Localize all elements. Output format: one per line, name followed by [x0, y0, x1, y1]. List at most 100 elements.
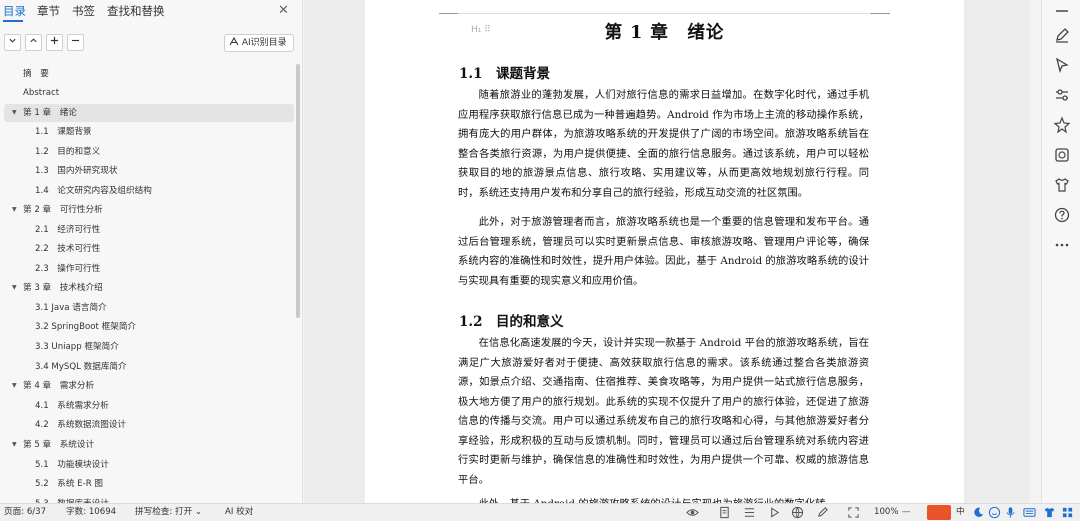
- toc-item[interactable]: 2.1 经济可行性: [4, 221, 294, 239]
- spellcheck-toggle[interactable]: 拼写检查: 打开 ⌄: [135, 504, 202, 521]
- toc-item[interactable]: 1.4 论文研究内容及组织结构: [4, 182, 294, 200]
- paragraph: 此外，基于 Android 的旅游攻略系统的设计与实现也为旅游行业的数字化转: [458, 495, 869, 503]
- toc-item[interactable]: 5.2 系统 E-R 图: [4, 475, 294, 493]
- toc-item[interactable]: Abstract: [4, 84, 294, 102]
- help-icon[interactable]: [1053, 206, 1071, 224]
- section-title: 1.2 目的和意义: [459, 314, 564, 330]
- toc-scrollbar[interactable]: [296, 64, 300, 318]
- word-count[interactable]: 字数: 10694: [66, 504, 116, 521]
- toc-item[interactable]: 3.4 MySQL 数据库简介: [4, 358, 294, 376]
- toc-item[interactable]: 3.2 SpringBoot 框架简介: [4, 318, 294, 336]
- toc-item[interactable]: 1.1 课题背景: [4, 123, 294, 141]
- toc-item[interactable]: 摘 要: [4, 65, 294, 83]
- adjust-sliders-icon[interactable]: [1053, 86, 1071, 104]
- minus-icon[interactable]: [1053, 2, 1071, 20]
- toc-item-label: 3.1 Java 语言简介: [35, 303, 107, 313]
- right-tool-rail: [1041, 0, 1080, 503]
- play-icon[interactable]: [768, 506, 781, 519]
- ai-toc-label: AI识别目录: [241, 38, 287, 48]
- toc-item-chapter-4[interactable]: ▼ 第 4 章 需求分析: [4, 377, 294, 395]
- chevron-up-icon: [30, 38, 37, 43]
- tab-bookmarks[interactable]: 书签: [72, 3, 95, 19]
- toc-item-label: 第 4 章 需求分析: [23, 381, 95, 391]
- toc-item-label: 4.2 系统数据流图设计: [35, 420, 127, 430]
- toc-item[interactable]: 2.3 操作可行性: [4, 260, 294, 278]
- magic-star-icon[interactable]: [1053, 116, 1071, 134]
- expand-triangle-icon[interactable]: ▼: [12, 279, 17, 297]
- collapse-all-button[interactable]: [4, 34, 21, 51]
- document-canvas: H₁ ⠿ 第 1 章 绪论 1.1 课题背景 随着旅游业的蓬勃发展，人们对旅行信…: [304, 0, 1030, 503]
- toc-item-chapter-5[interactable]: ▼ 第 5 章 系统设计: [4, 436, 294, 454]
- zoom-level[interactable]: 100%: [874, 504, 899, 521]
- shirt-theme-icon[interactable]: [1053, 176, 1071, 194]
- navigation-pane: 目录 章节 书签 查找和替换 ✕ AI识别目录 摘 要 Abstract ▼ 第 …: [0, 0, 303, 504]
- toc-item-label: 第 3 章 技术栈介绍: [23, 283, 103, 293]
- tab-toc[interactable]: 目录: [3, 3, 26, 19]
- tab-chapters[interactable]: 章节: [37, 3, 60, 19]
- paragraph: 此外，对于旅游管理者而言，旅游攻略系统也是一个重要的信息管理和发布平台。通过后台…: [458, 216, 869, 287]
- toc-item-label: 5.1 功能模块设计: [35, 460, 109, 470]
- cursor-select-icon[interactable]: [1053, 56, 1071, 74]
- toc-item[interactable]: 1.2 目的和意义: [4, 143, 294, 161]
- more-icon[interactable]: [1053, 236, 1071, 254]
- toc-item[interactable]: 5.1 功能模块设计: [4, 456, 294, 474]
- microphone-icon[interactable]: [1004, 506, 1017, 519]
- grid-menu-icon[interactable]: [1061, 506, 1074, 519]
- ai-proofread-button[interactable]: AI 校对: [225, 504, 253, 521]
- close-icon[interactable]: ✕: [278, 3, 289, 18]
- expand-up-button[interactable]: [25, 34, 42, 51]
- expand-triangle-icon[interactable]: ▼: [12, 377, 17, 395]
- toc-item-label: 4.1 系统需求分析: [35, 401, 109, 411]
- page-counter[interactable]: 页面: 6/37: [4, 504, 46, 521]
- edit-mode-icon[interactable]: [816, 506, 829, 519]
- smile-icon[interactable]: [988, 506, 1001, 519]
- toc-item[interactable]: 3.3 Uniapp 框架简介: [4, 338, 294, 356]
- status-bar: 页面: 6/37 字数: 10694 拼写检查: 打开 ⌄ AI 校对 100%…: [0, 503, 1080, 521]
- margin-mark: [439, 0, 459, 14]
- tab-find-replace[interactable]: 查找和替换: [107, 3, 165, 19]
- section-title: 1.1 课题背景: [459, 66, 550, 82]
- paragraph: 随着旅游业的蓬勃发展，人们对旅行信息的需求日益增加。在数字化时代，通过手机应用程…: [458, 89, 869, 199]
- toc-item[interactable]: 3.1 Java 语言简介: [4, 299, 294, 317]
- zoom-out-icon[interactable]: —: [902, 504, 911, 521]
- toc-item-label: 1.4 论文研究内容及组织结构: [35, 186, 152, 196]
- toc-item-label: 3.3 Uniapp 框架简介: [35, 342, 119, 352]
- toc-item-label: Abstract: [23, 88, 60, 98]
- expand-triangle-icon[interactable]: ▼: [12, 436, 17, 454]
- toc-item[interactable]: 4.1 系统需求分析: [4, 397, 294, 415]
- ai-recognize-toc-button[interactable]: AI识别目录: [224, 34, 294, 52]
- toc-item[interactable]: 4.2 系统数据流图设计: [4, 416, 294, 434]
- minus-icon: [71, 39, 80, 42]
- keyboard-icon[interactable]: [1023, 506, 1036, 519]
- toc-item-chapter-3[interactable]: ▼ 第 3 章 技术栈介绍: [4, 279, 294, 297]
- moon-punctuation-icon[interactable]: [972, 506, 985, 519]
- outline-view-icon[interactable]: [743, 506, 756, 519]
- toc-item-label: 3.4 MySQL 数据库简介: [35, 362, 127, 372]
- toc-toolbar: AI识别目录: [0, 34, 303, 54]
- toc-item[interactable]: 2.2 技术可行性: [4, 240, 294, 258]
- toc-item-chapter-2[interactable]: ▼ 第 2 章 可行性分析: [4, 201, 294, 219]
- ime-language[interactable]: 中: [956, 504, 965, 521]
- chapter-title: 第 1 章 绪论: [604, 23, 725, 43]
- toc-item[interactable]: 1.3 国内外研究现状: [4, 162, 294, 180]
- eye-protection-icon[interactable]: [686, 506, 699, 519]
- add-heading-button[interactable]: [46, 34, 63, 51]
- expand-triangle-icon[interactable]: ▼: [12, 104, 17, 122]
- web-view-icon[interactable]: [791, 506, 804, 519]
- document-page[interactable]: H₁ ⠿ 第 1 章 绪论 1.1 课题背景 随着旅游业的蓬勃发展，人们对旅行信…: [365, 0, 964, 503]
- paragraph: 在信息化高速发展的今天，设计并实现一款基于 Android 平台的旅游攻略系统，…: [458, 337, 869, 486]
- remove-heading-button[interactable]: [67, 34, 84, 51]
- expand-triangle-icon[interactable]: ▼: [12, 201, 17, 219]
- image-translate-icon[interactable]: [1053, 146, 1071, 164]
- toc-item-label: 2.2 技术可行性: [35, 244, 101, 254]
- toc-item-chapter-1[interactable]: ▼ 第 1 章 绪论: [4, 104, 294, 122]
- fit-page-icon[interactable]: [847, 506, 860, 519]
- toc-item-label: 第 5 章 系统设计: [23, 440, 95, 450]
- toc-item-label: 1.3 国内外研究现状: [35, 166, 118, 176]
- margin-mark: [870, 0, 890, 14]
- page-view-icon[interactable]: [718, 506, 731, 519]
- pen-icon[interactable]: [1053, 26, 1071, 44]
- shirt-skin-icon[interactable]: [1043, 506, 1056, 519]
- ime-logo-icon[interactable]: [927, 505, 951, 520]
- toc-item-label: 摘 要: [23, 69, 49, 79]
